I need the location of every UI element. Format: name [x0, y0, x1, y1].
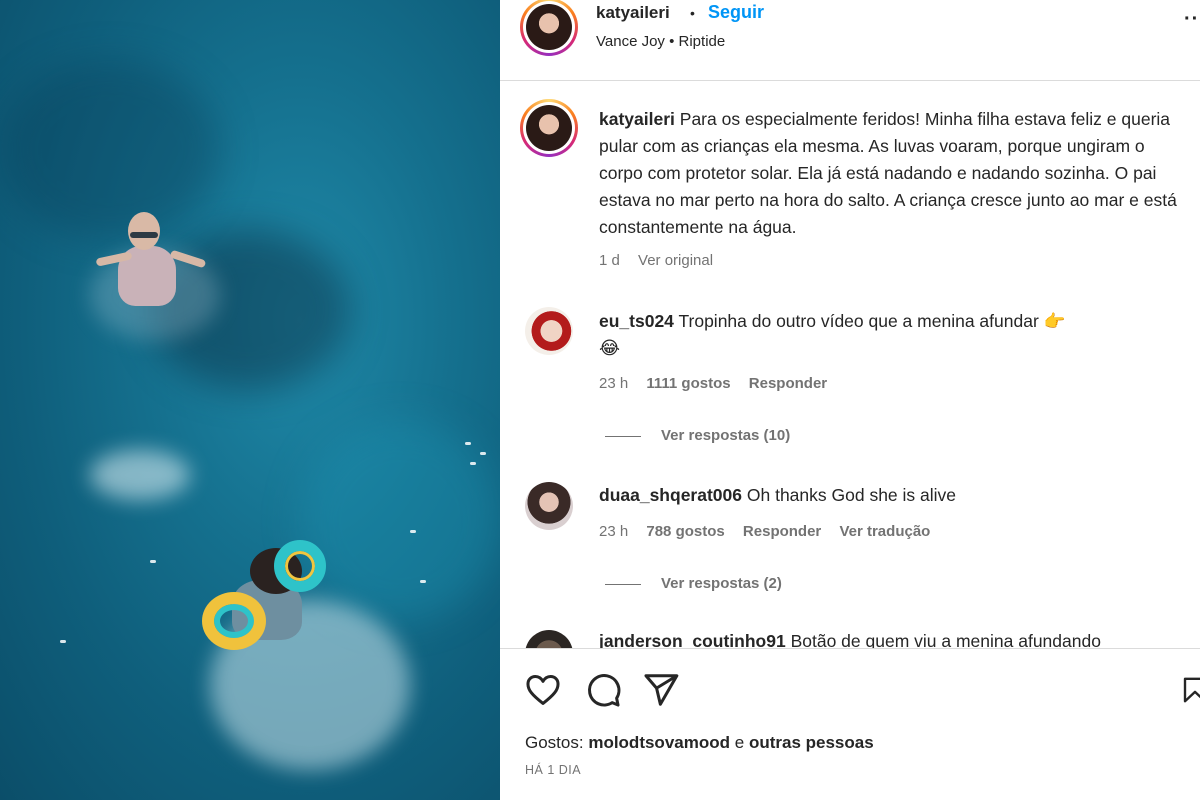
floatie-right: [274, 540, 326, 592]
music-info[interactable]: Vance Joy • Riptide: [596, 33, 725, 50]
caption-text: Para os especialmente feridos! Minha fil…: [599, 109, 1177, 237]
comment-time[interactable]: 23 h: [599, 523, 628, 540]
more-options-icon[interactable]: ···: [1184, 8, 1200, 31]
comment-text: Oh thanks God she is alive: [746, 485, 957, 505]
caption-avatar[interactable]: [520, 99, 578, 157]
comment: duaa_shqerat006 Oh thanks God she is ali…: [599, 482, 1159, 509]
likes-summary: Gostos: molodtsovamood e outras pessoas: [525, 733, 874, 753]
heart-icon[interactable]: [524, 671, 562, 709]
comment-likes[interactable]: 788 gostos: [646, 523, 724, 540]
comment-text: Botão de quem viu a menina afundando: [790, 631, 1101, 648]
water-shadow: [0, 60, 220, 240]
view-replies-label: Ver respostas (10): [661, 427, 791, 444]
comment-likes[interactable]: 1111 gostos: [646, 375, 730, 392]
view-replies-button[interactable]: Ver respostas (10): [605, 427, 790, 444]
water-glint: [150, 560, 156, 563]
follow-button[interactable]: Seguir: [708, 2, 764, 23]
caption-time[interactable]: 1 d: [599, 252, 620, 269]
water-glint: [470, 462, 476, 465]
comment-meta: 23 h 788 gostos Responder Ver tradução: [599, 523, 944, 540]
floatie-left: [202, 592, 266, 650]
comment-avatar[interactable]: [525, 307, 573, 355]
post-side-panel: katyaileri • Seguir Vance Joy • Riptide …: [500, 0, 1200, 800]
comments-list[interactable]: katyaileri Para os especialmente feridos…: [500, 82, 1200, 648]
comment-username[interactable]: eu_ts024: [599, 311, 674, 331]
separator-dot: •: [690, 5, 695, 21]
comment-avatar[interactable]: [525, 482, 573, 530]
comment-username[interactable]: janderson_coutinho91: [599, 631, 786, 648]
view-replies-button[interactable]: Ver respostas (2): [605, 575, 782, 592]
author-avatar[interactable]: [520, 0, 578, 56]
post-actions: Gostos: molodtsovamood e outras pessoas …: [500, 648, 1200, 800]
see-original-link[interactable]: Ver original: [638, 252, 713, 269]
caption-meta: 1 d Ver original: [599, 252, 727, 269]
comment-avatar[interactable]: [525, 630, 573, 648]
goggles: [130, 232, 158, 238]
comment-text: Tropinha do outro vídeo que a menina afu…: [678, 311, 1066, 331]
water-highlight: [300, 420, 500, 620]
caption: katyaileri Para os especialmente feridos…: [599, 106, 1189, 241]
view-replies-label: Ver respostas (2): [661, 575, 782, 592]
post-media[interactable]: [0, 0, 500, 800]
comment-icon[interactable]: [584, 671, 622, 709]
divider-line: [605, 435, 641, 437]
reply-button[interactable]: Responder: [743, 523, 821, 540]
author-username[interactable]: katyaileri: [596, 3, 670, 23]
likes-conjunction: e: [734, 733, 745, 752]
comment-meta: 23 h 1111 gostos Responder: [599, 375, 841, 392]
water-glint: [60, 640, 66, 643]
water-glint: [480, 452, 486, 455]
post-header: katyaileri • Seguir Vance Joy • Riptide …: [500, 0, 1200, 81]
send-icon[interactable]: [642, 671, 680, 709]
comment-time[interactable]: 23 h: [599, 375, 628, 392]
splash: [90, 450, 190, 500]
bookmark-icon[interactable]: [1180, 671, 1200, 709]
water-glint: [465, 442, 471, 445]
post-timestamp[interactable]: HÁ 1 DIA: [525, 763, 581, 777]
laughing-emoji: 😂: [599, 338, 621, 359]
water-glint: [420, 580, 426, 583]
reply-button[interactable]: Responder: [749, 375, 827, 392]
liker-username[interactable]: molodtsovamood: [588, 733, 730, 752]
water-glint: [410, 530, 416, 533]
adult-head: [128, 212, 160, 250]
comment-username[interactable]: duaa_shqerat006: [599, 485, 742, 505]
caption-username[interactable]: katyaileri: [599, 109, 675, 129]
likes-prefix: Gostos:: [525, 733, 584, 752]
others-link[interactable]: outras pessoas: [749, 733, 874, 752]
comment: eu_ts024 Tropinha do outro vídeo que a m…: [599, 308, 1159, 362]
translate-button[interactable]: Ver tradução: [839, 523, 930, 540]
divider-line: [605, 583, 641, 585]
comment: janderson_coutinho91 Botão de quem viu a…: [599, 628, 1199, 648]
